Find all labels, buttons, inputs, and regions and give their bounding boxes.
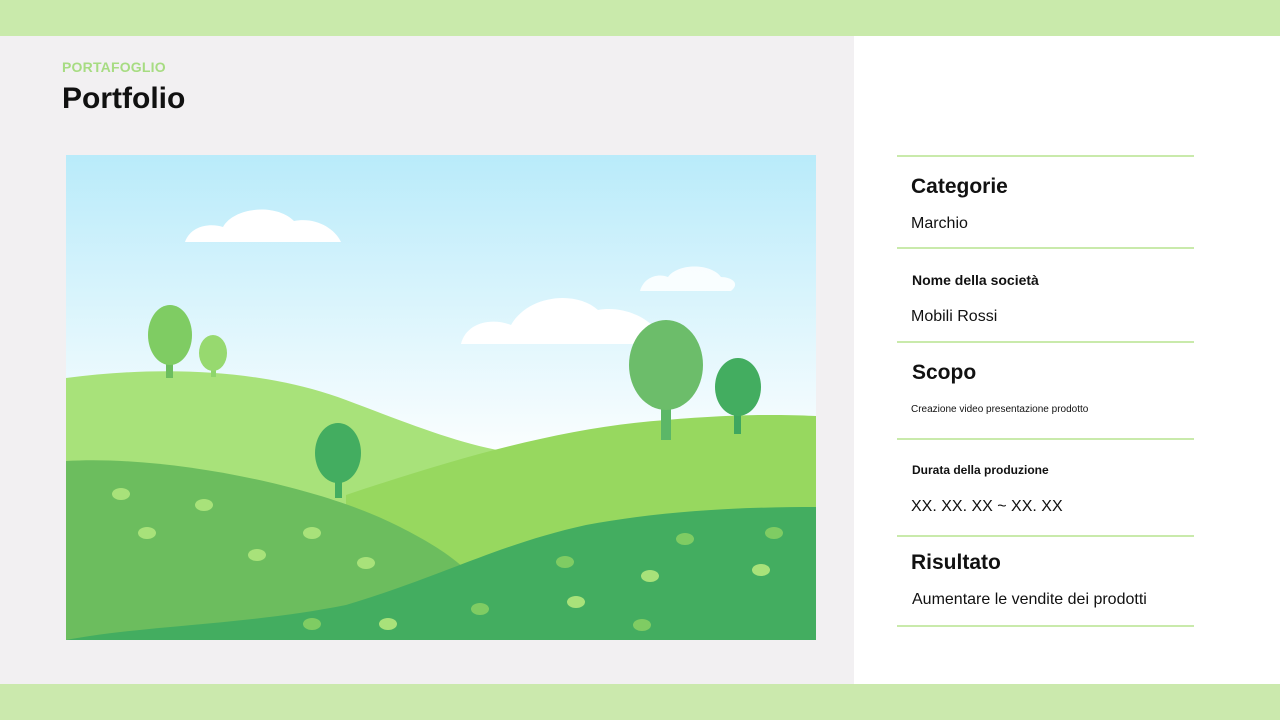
top-accent-band: [0, 0, 1280, 36]
divider: [897, 247, 1194, 249]
category-value: Marchio: [911, 215, 968, 232]
section-eyebrow: PORTAFOGLIO: [62, 59, 166, 75]
scope-value: Creazione video presentazione prodotto: [911, 404, 1089, 415]
divider: [897, 625, 1194, 627]
right-panel: [854, 36, 1280, 684]
divider: [897, 535, 1194, 537]
divider: [897, 438, 1194, 440]
divider: [897, 341, 1194, 343]
duration-value: XX. XX. XX ~ XX. XX: [911, 498, 1063, 515]
bottom-accent-band: [0, 684, 1280, 720]
landscape-illustration: [66, 155, 816, 640]
duration-label: Durata della produzione: [912, 463, 1049, 477]
divider: [897, 155, 1194, 157]
company-value: Mobili Rossi: [911, 308, 998, 325]
scope-label: Scopo: [912, 361, 977, 384]
result-label: Risultato: [911, 551, 1001, 574]
company-label: Nome della società: [912, 272, 1039, 288]
page-title: Portfolio: [62, 82, 186, 115]
category-label: Categorie: [911, 175, 1008, 198]
result-value: Aumentare le vendite dei prodotti: [912, 591, 1147, 608]
